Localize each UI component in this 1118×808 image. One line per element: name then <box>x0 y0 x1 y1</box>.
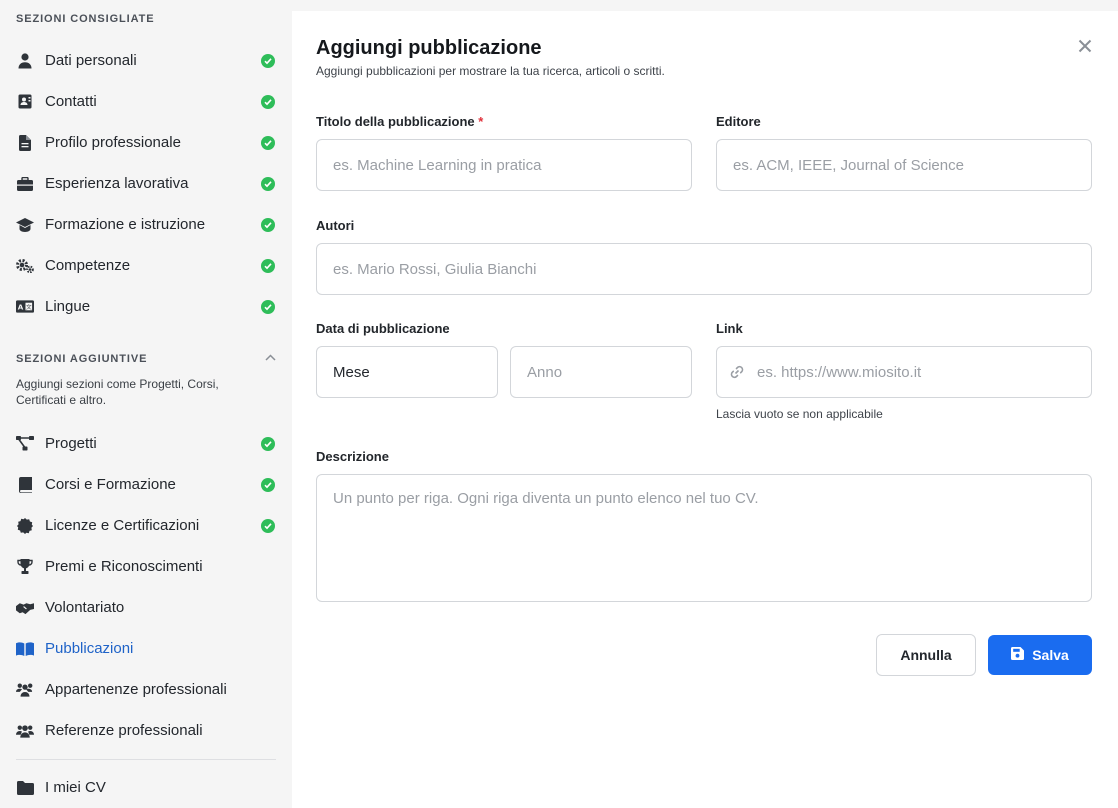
check-icon <box>261 53 275 68</box>
sidebar-item-profilo-professionale[interactable]: Profilo professionale <box>0 122 291 163</box>
svg-text:A: A <box>18 303 24 312</box>
chevron-up-icon[interactable] <box>263 351 277 365</box>
sidebar-item-label: Formazione e istruzione <box>45 216 206 233</box>
sidebar-item-label: Competenze <box>45 257 131 274</box>
description-label: Descrizione <box>316 449 389 464</box>
check-icon <box>261 258 275 273</box>
sidebar-item-label: Contatti <box>45 93 97 110</box>
sidebar-item-label: Volontariato <box>45 599 125 616</box>
save-button[interactable]: Salva <box>988 635 1092 675</box>
year-input[interactable] <box>510 346 692 398</box>
svg-text:文: 文 <box>26 303 32 311</box>
sidebar-item-label: Licenze e Certificazioni <box>45 517 200 534</box>
authors-input[interactable] <box>316 243 1092 295</box>
publication-title-label-text: Titolo della pubblicazione <box>316 114 475 129</box>
additional-sections-heading: SEZIONI AGGIUNTIVE <box>16 353 148 365</box>
recommended-sections-heading: SEZIONI CONSIGLIATE <box>16 13 155 25</box>
link-input[interactable] <box>716 346 1092 398</box>
contact-card-icon <box>16 93 34 111</box>
sidebar-item-label: Profilo professionale <box>45 134 181 151</box>
briefcase-icon <box>16 175 34 193</box>
link-label: Link <box>716 321 743 336</box>
sidebar-item-pubblicazioni[interactable]: Pubblicazioni <box>0 628 291 669</box>
sidebar-divider <box>16 759 276 760</box>
sidebar-item-label: Appartenenze professionali <box>45 681 227 698</box>
sidebar-item-label: Esperienza lavorativa <box>45 175 189 192</box>
link-icon <box>728 363 746 381</box>
sidebar: SEZIONI CONSIGLIATE Dati personali Conta… <box>0 0 291 808</box>
sidebar-item-appartenenze-professionali[interactable]: Appartenenze professionali <box>0 669 291 710</box>
sidebar-item-label: Pubblicazioni <box>45 640 134 657</box>
month-select-value: Mese <box>333 363 370 381</box>
project-diagram-icon <box>16 435 34 453</box>
check-icon <box>261 477 275 492</box>
publication-title-label: Titolo della pubblicazione * <box>316 114 483 129</box>
folder-icon <box>16 779 34 797</box>
sidebar-item-licenze-certificazioni[interactable]: Licenze e Certificazioni <box>0 505 291 546</box>
users-icon <box>16 681 34 699</box>
sidebar-item-formazione-istruzione[interactable]: Formazione e istruzione <box>0 204 291 245</box>
sidebar-item-label: Progetti <box>45 435 97 452</box>
add-publication-panel: Aggiungi pubblicazione Aggiungi pubblica… <box>292 11 1118 808</box>
user-icon <box>16 52 34 70</box>
handshake-icon <box>16 599 34 617</box>
sidebar-item-dati-personali[interactable]: Dati personali <box>0 40 291 81</box>
link-field <box>716 346 1092 398</box>
check-icon <box>261 299 275 314</box>
save-button-label: Salva <box>1032 647 1069 663</box>
publisher-input[interactable] <box>716 139 1092 191</box>
sidebar-item-esperienza-lavorativa[interactable]: Esperienza lavorativa <box>0 163 291 204</box>
check-icon <box>261 176 275 191</box>
sidebar-item-label: Premi e Riconoscimenti <box>45 558 203 575</box>
description-textarea[interactable] <box>316 474 1092 602</box>
sidebar-item-label: Corsi e Formazione <box>45 476 176 493</box>
sidebar-item-corsi-formazione[interactable]: Corsi e Formazione <box>0 464 291 505</box>
sidebar-item-label: Lingue <box>45 298 91 315</box>
page-subtitle: Aggiungi pubblicazioni per mostrare la t… <box>316 64 665 78</box>
check-icon <box>261 518 275 533</box>
open-book-icon <box>16 640 34 658</box>
sidebar-item-referenze-professionali[interactable]: Referenze professionali <box>0 710 291 751</box>
trophy-icon <box>16 558 34 576</box>
close-icon[interactable] <box>1076 37 1094 55</box>
save-icon <box>1011 647 1025 663</box>
sidebar-item-volontariato[interactable]: Volontariato <box>0 587 291 628</box>
graduation-cap-icon <box>16 216 34 234</box>
publication-date-label: Data di pubblicazione <box>316 321 450 336</box>
gears-icon <box>16 257 34 275</box>
authors-label: Autori <box>316 218 355 233</box>
publication-title-input[interactable] <box>316 139 692 191</box>
sidebar-item-premi-riconoscimenti[interactable]: Premi e Riconoscimenti <box>0 546 291 587</box>
sidebar-item-competenze[interactable]: Competenze <box>0 245 291 286</box>
check-icon <box>261 94 275 109</box>
language-icon: A文 <box>16 298 34 316</box>
check-icon <box>261 135 275 150</box>
check-icon <box>261 436 275 451</box>
people-icon <box>16 722 34 740</box>
link-hint: Lascia vuoto se non applicabile <box>716 407 883 421</box>
additional-sections-description: Aggiungi sezioni come Progetti, Corsi, C… <box>16 377 219 407</box>
publisher-label: Editore <box>716 114 761 129</box>
sidebar-item-i-miei-cv[interactable]: I miei CV <box>0 767 291 808</box>
check-icon <box>261 217 275 232</box>
sidebar-item-label: I miei CV <box>45 779 106 796</box>
book-icon <box>16 476 34 494</box>
sidebar-item-lingue[interactable]: A文 Lingue <box>0 286 291 327</box>
sidebar-item-contatti[interactable]: Contatti <box>0 81 291 122</box>
month-select[interactable]: Mese <box>316 346 498 398</box>
cancel-button[interactable]: Annulla <box>876 634 976 676</box>
sidebar-item-label: Dati personali <box>45 52 137 69</box>
document-icon <box>16 134 34 152</box>
certificate-icon <box>16 517 34 535</box>
sidebar-item-progetti[interactable]: Progetti <box>0 423 291 464</box>
page-title: Aggiungi pubblicazione <box>316 37 542 59</box>
sidebar-item-label: Referenze professionali <box>45 722 203 739</box>
required-marker: * <box>478 114 484 129</box>
